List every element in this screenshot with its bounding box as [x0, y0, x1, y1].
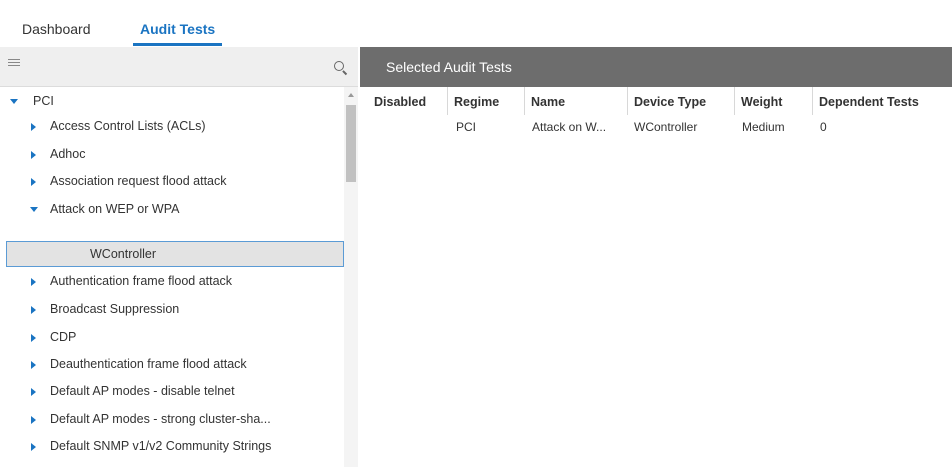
- column-header-disabled[interactable]: Disabled: [360, 87, 446, 115]
- tree-node-ap-strong-cluster[interactable]: Default AP modes - strong cluster-sha...: [0, 407, 340, 431]
- hamburger-icon[interactable]: [8, 57, 20, 69]
- tree-node-acls[interactable]: Access Control Lists (ACLs): [0, 114, 340, 138]
- chevron-right-icon[interactable]: [31, 416, 36, 424]
- chevron-down-icon[interactable]: [30, 207, 38, 212]
- chevron-right-icon[interactable]: [31, 334, 36, 342]
- tree-node-label: WController: [90, 247, 156, 261]
- tree-node-label: Access Control Lists (ACLs): [50, 119, 206, 133]
- tab-audit-tests[interactable]: Audit Tests: [133, 21, 223, 46]
- cell-disabled: [360, 115, 446, 139]
- cell-weight: Medium: [742, 120, 785, 134]
- tree-toolbar: [0, 47, 358, 87]
- panel-title: Selected Audit Tests: [360, 47, 952, 87]
- tree-node-wcontroller-selected[interactable]: WController: [6, 241, 344, 267]
- chevron-right-icon[interactable]: [31, 361, 36, 369]
- cell-dependent-tests: 0: [820, 120, 827, 134]
- cell-regime: PCI: [456, 120, 477, 134]
- tree-scrollbar[interactable]: [344, 87, 358, 467]
- tree-node-label: Default AP modes - strong cluster-sha...: [50, 412, 271, 426]
- audit-test-tree-panel: PCI Access Control Lists (ACLs) Adhoc As…: [0, 47, 358, 467]
- tree-node-ap-disable-telnet[interactable]: Default AP modes - disable telnet: [0, 379, 340, 403]
- cell-name: Attack on W...: [532, 120, 607, 134]
- tree-node-pci[interactable]: PCI: [0, 89, 340, 113]
- tree-node-label: Broadcast Suppression: [50, 302, 180, 316]
- chevron-right-icon[interactable]: [31, 443, 36, 451]
- tree-node-label: Default SNMP v1/v2 Community Strings: [50, 439, 272, 453]
- tree-node-label: PCI: [33, 94, 54, 108]
- search-icon[interactable]: [334, 61, 348, 76]
- tree-node-attack-wep-wpa[interactable]: Attack on WEP or WPA: [0, 197, 340, 221]
- scrollbar-thumb[interactable]: [346, 105, 356, 182]
- tree-node-cdp[interactable]: CDP: [0, 325, 340, 349]
- tab-dashboard[interactable]: Dashboard: [22, 21, 91, 43]
- column-header-name[interactable]: Name: [524, 87, 624, 115]
- column-header-device-type[interactable]: Device Type: [627, 87, 733, 115]
- tree-node-label: Association request flood attack: [50, 174, 227, 188]
- tree-node-label: Attack on WEP or WPA: [50, 202, 180, 216]
- selected-audit-tests-panel: Selected Audit Tests Disabled Regime Nam…: [360, 47, 952, 467]
- chevron-right-icon[interactable]: [31, 151, 36, 159]
- tree-node-label: CDP: [50, 330, 77, 344]
- tree-node-label: Default AP modes - disable telnet: [50, 384, 235, 398]
- tree-node-label: Authentication frame flood attack: [50, 274, 233, 288]
- tree-node-broadcast-suppression[interactable]: Broadcast Suppression: [0, 297, 340, 321]
- tree-node-label: Adhoc: [50, 147, 86, 161]
- chevron-right-icon[interactable]: [31, 178, 36, 186]
- table-row[interactable]: PCI Attack on W... WController Medium 0: [360, 115, 952, 139]
- cell-device-type: WController: [634, 120, 698, 134]
- tree-node-label: Deauthentication frame flood attack: [50, 357, 247, 371]
- chevron-right-icon[interactable]: [31, 278, 36, 286]
- chevron-right-icon[interactable]: [31, 306, 36, 314]
- chevron-right-icon[interactable]: [31, 388, 36, 396]
- tree-node-default-snmp[interactable]: Default SNMP v1/v2 Community Strings: [0, 434, 340, 458]
- column-header-dependent-tests[interactable]: Dependent Tests: [812, 87, 952, 115]
- column-header-weight[interactable]: Weight: [734, 87, 812, 115]
- scroll-up-arrow-icon[interactable]: [348, 93, 354, 97]
- chevron-right-icon[interactable]: [31, 123, 36, 131]
- tab-bar: Dashboard Audit Tests: [0, 0, 952, 46]
- tree-node-deauth-flood[interactable]: Deauthentication frame flood attack: [0, 352, 340, 376]
- column-header-regime[interactable]: Regime: [447, 87, 517, 115]
- table-header: Disabled Regime Name Device Type Weight …: [360, 87, 952, 115]
- audit-test-tree: PCI Access Control Lists (ACLs) Adhoc As…: [0, 87, 344, 467]
- tree-node-auth-flood[interactable]: Authentication frame flood attack: [0, 269, 340, 293]
- tree-node-adhoc[interactable]: Adhoc: [0, 142, 340, 166]
- chevron-down-icon[interactable]: [10, 99, 18, 104]
- tree-node-association-flood[interactable]: Association request flood attack: [0, 169, 340, 193]
